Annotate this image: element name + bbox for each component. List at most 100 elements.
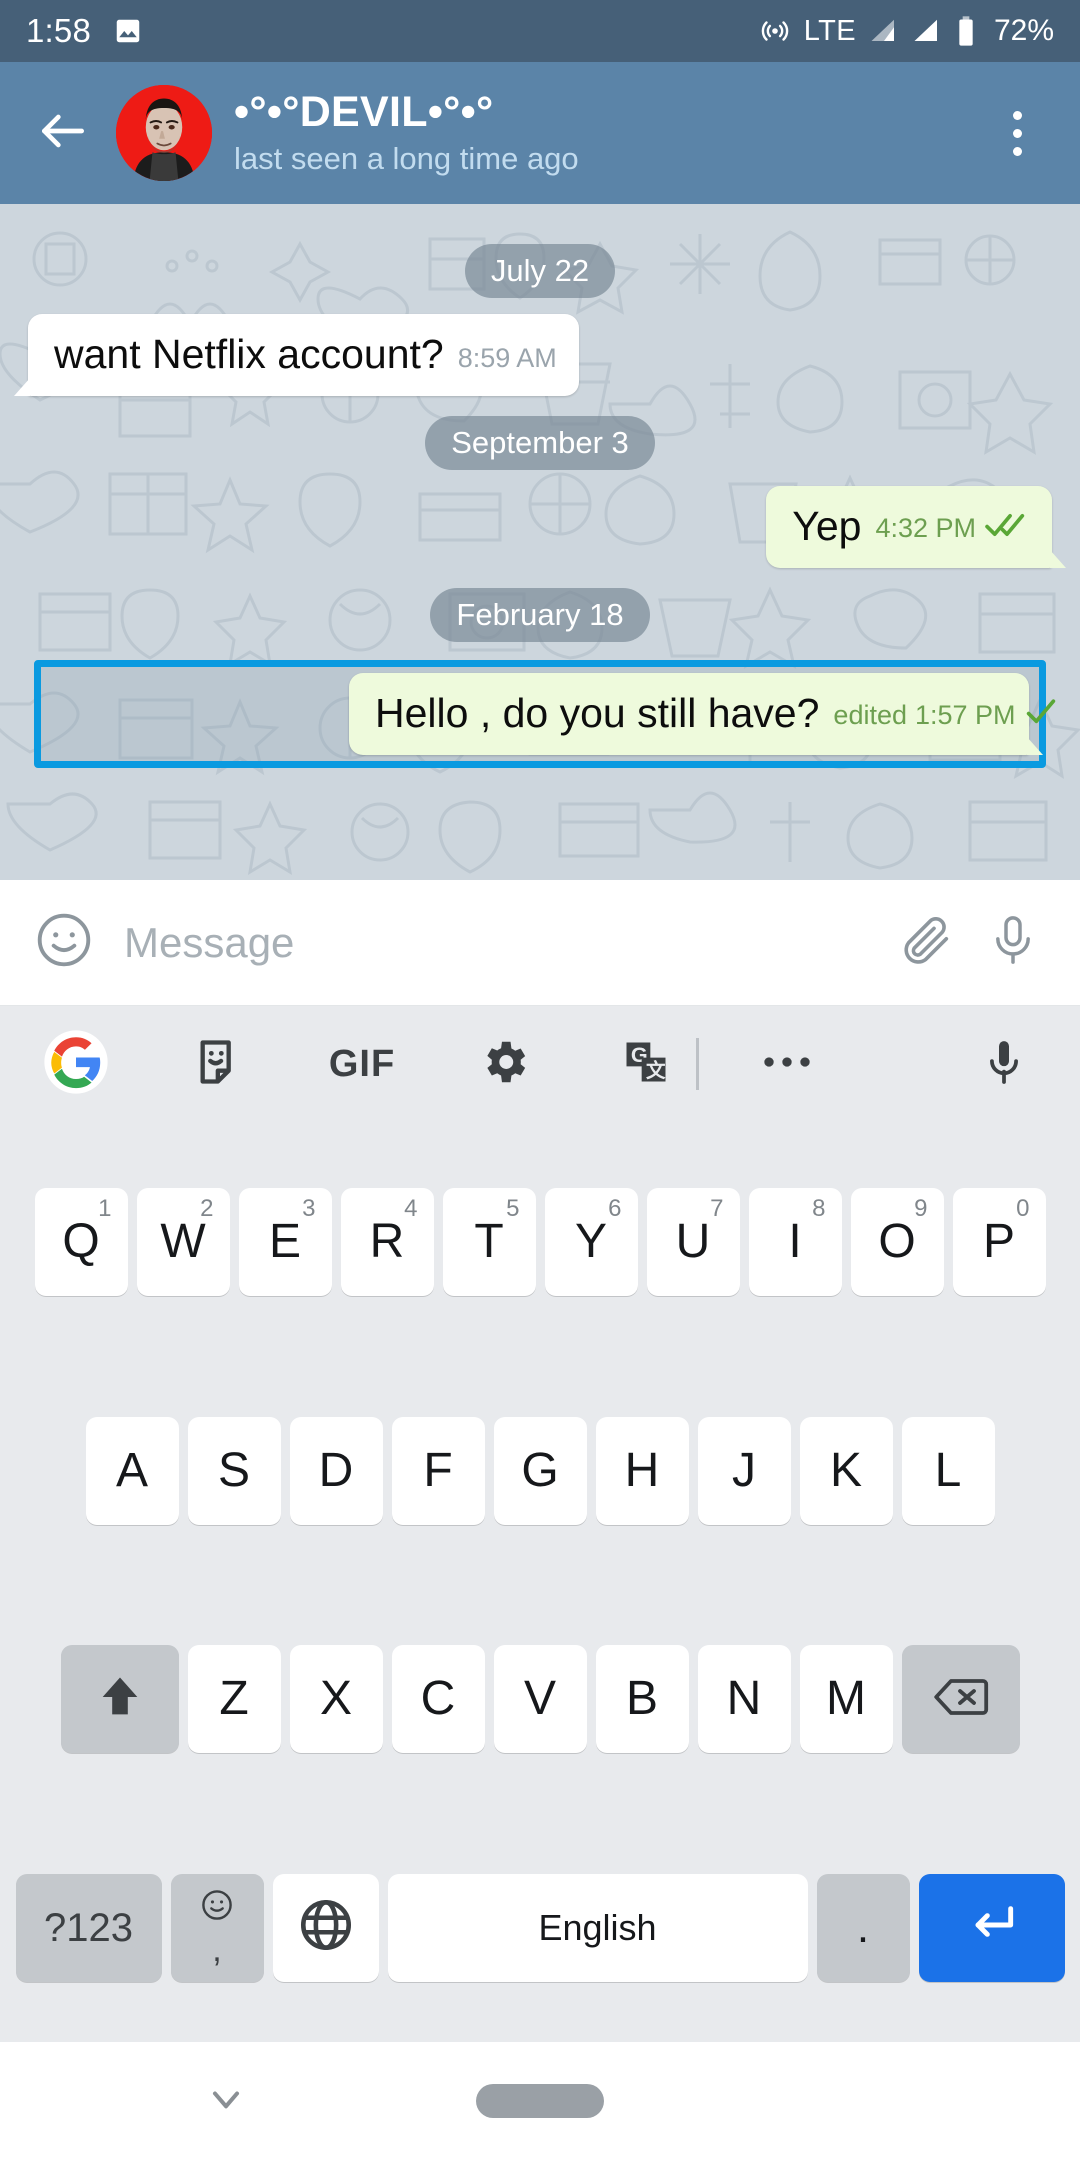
gesture-home-pill[interactable] [476,2084,604,2118]
conversation-area[interactable]: July 22 want Netflix account? 8:59 AM Se… [0,204,1080,880]
overflow-menu-icon [1012,110,1022,120]
language-globe-icon [297,1896,355,1959]
gif-button[interactable]: GIF [320,1022,404,1106]
key-z[interactable]: Z [187,1645,281,1754]
spacebar-key[interactable]: English [387,1873,808,1982]
key-number-hint: 0 [1016,1195,1030,1223]
translate-button[interactable]: G 文 [604,1022,688,1106]
on-screen-keyboard[interactable]: GIF G 文 1 Q 2 W 3 E 4 R 5 T 6 Y 7 U 8 I … [0,1006,1080,2042]
sticker-button[interactable] [178,1022,262,1106]
overflow-menu-icon [1012,146,1022,156]
avatar[interactable] [116,85,212,181]
message-row[interactable]: want Netflix account? 8:59 AM [14,314,1058,396]
shift-key[interactable] [60,1645,179,1754]
key-x[interactable]: X [289,1645,383,1754]
language-switch-key[interactable] [272,1873,379,1982]
more-options-icon [760,1052,814,1077]
key-label: Q [62,1215,100,1269]
key-label: G [521,1443,559,1497]
key-g[interactable]: G [493,1416,587,1525]
message-bubble-outgoing[interactable]: Yep 4:32 PM [766,485,1066,568]
date-pill: July 22 [464,244,616,298]
google-logo-icon [43,1029,109,1100]
enter-key[interactable] [918,1873,1065,1982]
message-input-bar[interactable]: Message [0,880,1080,1006]
status-bar-left: 1:58 [26,12,143,50]
emoji-comma-key[interactable]: , [170,1873,264,1982]
key-label: C [420,1672,456,1726]
key-w[interactable]: 2W [136,1188,230,1297]
keyboard-row-2[interactable]: A S D F G H J K L [0,1357,1080,1586]
message-bubble-outgoing-selected[interactable]: Hello , do you still have? edited 1:57 P… [349,672,1055,755]
keyboard-row-3[interactable]: Z X C V B N M [0,1585,1080,1814]
more-options-button[interactable] [745,1022,829,1106]
key-label: J [732,1443,756,1497]
message-input[interactable]: Message [124,919,878,967]
key-c[interactable]: C [391,1645,485,1754]
key-f[interactable]: F [391,1416,485,1525]
key-label: I [788,1215,802,1269]
numeric-symbols-key[interactable]: ?123 [15,1873,162,1982]
key-a[interactable]: A [85,1416,179,1525]
emoji-button[interactable] [30,909,98,977]
google-search-button[interactable] [34,1022,118,1106]
message-meta: edited 1:57 PM [833,698,1057,737]
key-label: T [474,1215,504,1269]
message-text: Yep [792,502,862,549]
back-button[interactable] [26,96,100,170]
keyboard-settings-button[interactable] [462,1022,546,1106]
message-row[interactable]: Hello , do you still have? edited 1:57 P… [45,672,1055,755]
key-i[interactable]: 8I [748,1188,842,1297]
key-s[interactable]: S [187,1416,281,1525]
key-u[interactable]: 7U [646,1188,740,1297]
single-check-icon [1024,698,1058,733]
emoji-smiley-icon [200,1888,234,1929]
key-l[interactable]: L [901,1416,995,1525]
backspace-key[interactable] [901,1645,1020,1754]
keyboard-row-4[interactable]: ?123 , English . [0,1814,1080,2043]
keyboard-key-rows[interactable]: 1Q 2W 3E 4R 5T 6Y 7U 8I 9O 0P A S D F G … [0,1122,1080,2042]
key-m[interactable]: M [799,1645,893,1754]
key-b[interactable]: B [595,1645,689,1754]
key-label: X [319,1672,352,1726]
voice-record-button[interactable] [976,906,1050,980]
key-number-hint: 4 [404,1195,418,1223]
key-label: L [934,1443,962,1497]
network-type: LTE [803,14,856,47]
double-check-icon [984,511,1030,546]
period-key[interactable]: . [816,1873,910,1982]
overflow-menu-button[interactable] [980,91,1054,175]
key-p[interactable]: 0P [952,1188,1046,1297]
key-e[interactable]: 3E [238,1188,332,1297]
key-label: P [982,1215,1015,1269]
key-n[interactable]: N [697,1645,791,1754]
selected-message-highlight[interactable]: Hello , do you still have? edited 1:57 P… [34,659,1055,768]
key-t[interactable]: 5T [442,1188,536,1297]
key-number-hint: 9 [914,1195,928,1223]
key-h[interactable]: H [595,1416,689,1525]
key-k[interactable]: K [799,1416,893,1525]
key-d[interactable]: D [289,1416,383,1525]
key-number-hint: 1 [98,1195,112,1223]
header-text-block[interactable]: •°•°DEVIL•°•° last seen a long time ago [234,89,980,178]
key-r[interactable]: 4R [340,1188,434,1297]
key-y[interactable]: 6Y [544,1188,638,1297]
message-row[interactable]: Yep 4:32 PM [22,485,1066,568]
date-pill: February 18 [430,587,650,642]
message-text: Hello , do you still have? [375,689,820,736]
hotspot-icon [759,15,791,47]
date-separator: July 22 [22,244,1058,298]
hide-keyboard-button[interactable] [196,2071,256,2131]
keyboard-voice-button[interactable] [962,1022,1046,1106]
key-o[interactable]: 9O [850,1188,944,1297]
key-q[interactable]: 1Q [34,1188,128,1297]
key-v[interactable]: V [493,1645,587,1754]
attach-button[interactable] [890,906,964,980]
key-j[interactable]: J [697,1416,791,1525]
key-label: D [318,1443,354,1497]
system-navigation-bar[interactable] [0,2042,1080,2160]
message-bubble-incoming[interactable]: want Netflix account? 8:59 AM [14,314,579,396]
page-title: •°•°DEVIL•°•° [234,88,494,136]
keyboard-row-1[interactable]: 1Q 2W 3E 4R 5T 6Y 7U 8I 9O 0P [0,1128,1080,1357]
keyboard-toolbar[interactable]: GIF G 文 [0,1006,1080,1122]
